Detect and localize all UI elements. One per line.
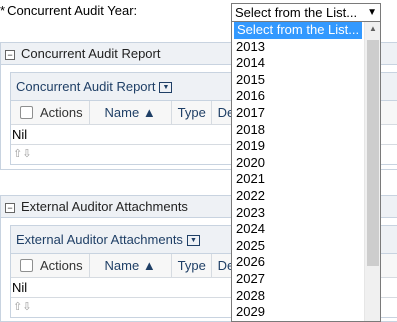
panel-title: Concurrent Audit Report [21,46,161,61]
option-year[interactable]: 2016 [232,88,380,105]
nav-up-icon[interactable]: ⇧ [13,301,22,313]
option-year[interactable]: 2021 [232,171,380,188]
field-label-text: Concurrent Audit Year: [7,3,138,18]
scroll-up-icon[interactable]: ▲ [369,24,377,33]
option-year[interactable]: 2020 [232,155,380,172]
column-menu-icon[interactable]: ▼ [159,82,173,94]
collapse-icon[interactable]: − [5,49,15,60]
option-year[interactable]: 2018 [232,122,380,139]
option-year[interactable]: 2023 [232,205,380,222]
select-all-checkbox[interactable] [20,106,33,119]
nav-down-icon[interactable]: ⇩ [22,148,31,160]
grid-title: Concurrent Audit Report [16,79,156,94]
option-year[interactable]: 2026 [232,254,380,271]
dropdown-scrollbar[interactable]: ▲ [364,22,380,321]
scroll-thumb[interactable] [367,40,379,266]
column-menu-icon[interactable]: ▼ [186,235,200,247]
grid-title: External Auditor Attachments [16,232,183,247]
option-year[interactable]: 2017 [232,105,380,122]
dropdown-options: Select from the List... 2013 2014 2015 2016 2… [232,22,380,321]
name-header-label: Name [104,258,140,273]
actions-column-header: Actions [40,105,83,120]
name-header-label: Name [104,105,140,120]
chevron-down-icon[interactable]: ▼ [367,4,377,21]
option-year[interactable]: 2025 [232,238,380,255]
option-year[interactable]: 2027 [232,271,380,288]
select-value: Select from the List... [235,5,358,20]
select-all-checkbox[interactable] [20,259,33,272]
option-year[interactable]: 2022 [232,188,380,205]
option-year[interactable]: 2024 [232,221,380,238]
name-column-header[interactable]: Name ▲ [88,101,171,124]
option-year[interactable]: 2013 [232,39,380,56]
panel-title: External Auditor Attachments [21,199,188,214]
required-asterisk: * [0,3,6,18]
nav-down-icon[interactable]: ⇩ [22,301,31,313]
nav-up-icon[interactable]: ⇧ [13,148,22,160]
option-year[interactable]: 2015 [232,72,380,89]
collapse-icon[interactable]: − [5,202,15,213]
option-year[interactable]: 2028 [232,288,380,305]
type-column-header[interactable]: Type [170,101,211,124]
name-column-header[interactable]: Name ▲ [88,254,171,277]
option-year[interactable]: 2014 [232,55,380,72]
audit-year-select[interactable]: Select from the List... ▼ [231,3,381,22]
type-column-header[interactable]: Type [170,254,211,277]
audit-year-dropdown: Select from the List... 2013 2014 2015 2016 2… [231,21,381,322]
actions-column-header: Actions [40,258,83,273]
sort-up-icon: ▲ [142,105,156,120]
option-year[interactable]: 2019 [232,138,380,155]
option-placeholder[interactable]: Select from the List... [234,22,362,39]
option-year[interactable]: 2029 [232,304,380,321]
concurrent-audit-year-label: * Concurrent Audit Year: [0,3,137,18]
sort-up-icon: ▲ [142,258,156,273]
